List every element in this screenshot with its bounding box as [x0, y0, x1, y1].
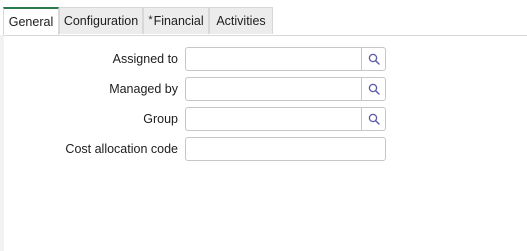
tab-activities-label: Activities — [216, 14, 266, 28]
cost-allocation-code-label: Cost allocation code — [65, 142, 178, 156]
tab-general[interactable]: General — [3, 7, 59, 35]
group-label: Group — [143, 112, 178, 126]
required-marker: * — [148, 14, 153, 26]
tab-general-label: General — [8, 15, 54, 29]
group-input[interactable] — [186, 108, 361, 130]
managed-by-label: Managed by — [109, 82, 178, 96]
managed-by-row: Managed by — [0, 77, 527, 101]
assigned-to-field[interactable] — [185, 47, 362, 71]
group-lookup-button[interactable] — [361, 107, 386, 131]
search-icon — [368, 113, 380, 125]
search-icon — [368, 53, 380, 65]
search-icon — [368, 83, 380, 95]
tab-configuration-label: Configuration — [63, 14, 139, 28]
cost-allocation-code-field[interactable] — [185, 137, 386, 161]
group-row: Group — [0, 107, 527, 131]
tab-financial[interactable]: *Financial — [143, 7, 209, 34]
assigned-to-lookup-button[interactable] — [361, 47, 386, 71]
tab-activities[interactable]: Activities — [209, 7, 273, 34]
managed-by-field[interactable] — [185, 77, 362, 101]
cost-allocation-code-row: Cost allocation code — [0, 137, 527, 161]
assigned-to-input[interactable] — [186, 48, 361, 70]
assigned-to-label: Assigned to — [112, 52, 178, 66]
managed-by-input[interactable] — [186, 78, 361, 100]
tab-financial-label: Financial — [153, 14, 204, 28]
managed-by-lookup-button[interactable] — [361, 77, 386, 101]
assigned-to-row: Assigned to — [0, 47, 527, 71]
cost-allocation-code-input[interactable] — [186, 138, 385, 160]
tab-bar: General Configuration *Financial Activit… — [0, 7, 527, 36]
tab-configuration[interactable]: Configuration — [59, 7, 143, 34]
group-field[interactable] — [185, 107, 362, 131]
